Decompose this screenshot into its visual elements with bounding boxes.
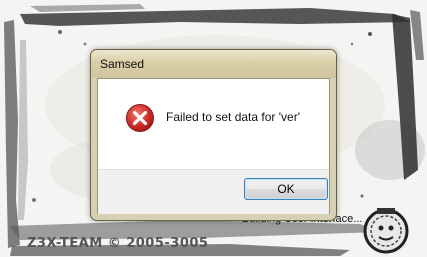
message-area: Failed to set data for 'ver' [98, 79, 329, 169]
dialog-content: Failed to set data for 'ver' OK [97, 78, 330, 214]
dialog-button-bar: OK [98, 169, 329, 214]
dialog-title: Samsed [100, 57, 145, 71]
logo-emblem-icon [363, 208, 409, 254]
ok-button[interactable]: OK [244, 178, 328, 200]
error-message: Failed to set data for 'ver' [166, 110, 300, 124]
copyright-text: Z3X-TEAM © 2005-3005 [27, 236, 209, 251]
dialog-titlebar[interactable]: Samsed [91, 50, 336, 78]
error-dialog: Samsed Failed to set data for 'ver' OK [90, 49, 337, 221]
error-icon [126, 104, 154, 132]
